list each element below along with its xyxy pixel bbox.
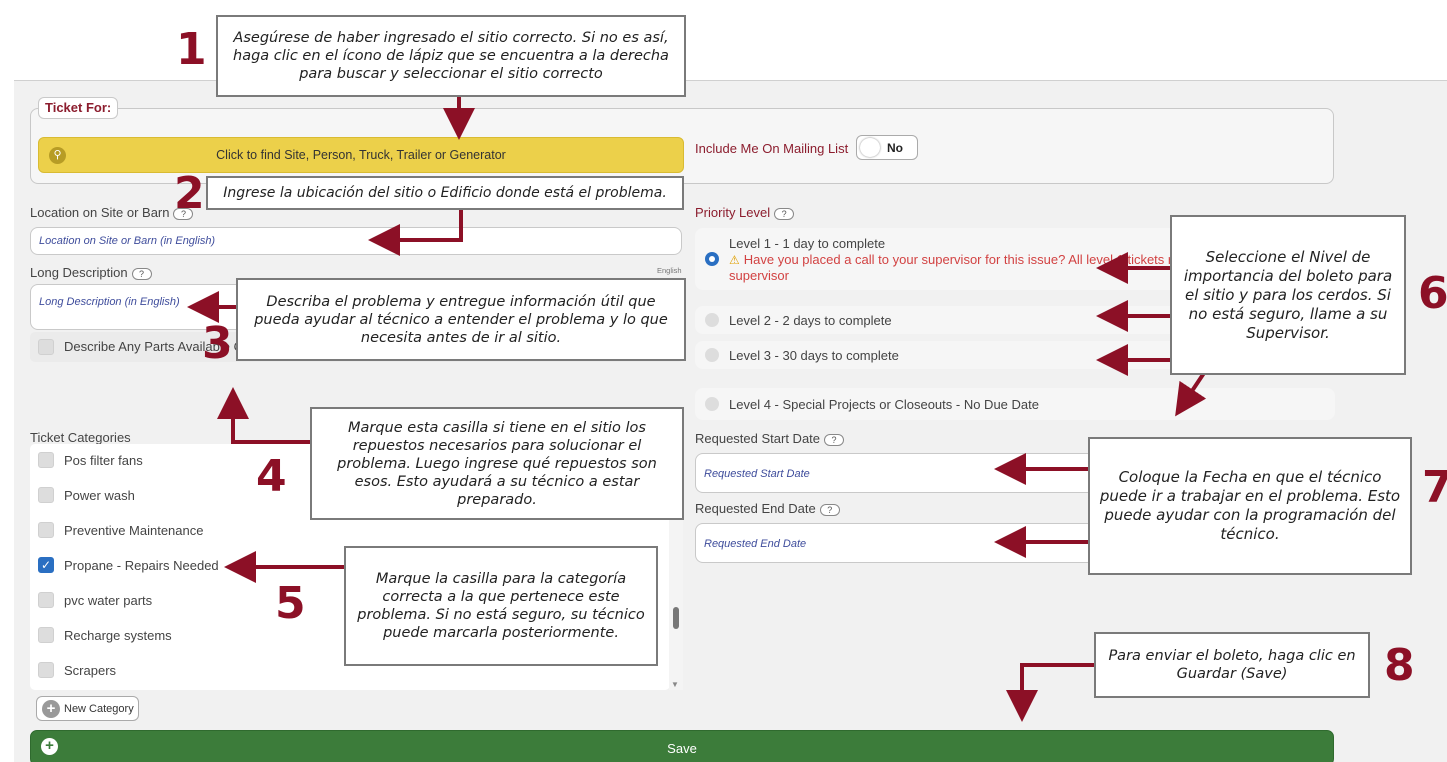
save-label: Save <box>667 741 697 756</box>
start-date-label-text: Requested Start Date <box>695 431 821 446</box>
priority-level-label: Level 2 - 2 days to complete <box>729 313 892 328</box>
mailing-list-toggle[interactable]: No <box>856 135 918 160</box>
category-checkbox[interactable] <box>38 487 54 503</box>
step-number-8: 8 <box>1384 640 1415 691</box>
ticket-for-legend: Ticket For: <box>38 97 119 119</box>
find-site-label: Click to find Site, Person, Truck, Trail… <box>216 148 506 162</box>
long-description-label: Long Description? <box>30 265 152 280</box>
long-description-label-text: Long Description <box>30 265 128 280</box>
warning-line-2: supervisor <box>729 268 789 283</box>
priority-level-label: Level 1 - 1 day to complete <box>729 236 886 251</box>
callout-4: Marque esta casilla si tiene en el sitio… <box>310 407 684 520</box>
new-category-button[interactable]: + New Category <box>36 696 139 721</box>
location-label: Location on Site or Barn? <box>30 205 194 220</box>
warning-line-1: Have you placed a call to your superviso… <box>743 252 1173 267</box>
mailing-list-label: Include Me On Mailing List <box>695 141 849 156</box>
radio-button[interactable] <box>705 397 719 411</box>
callout-1: Asegúrese de haber ingresado el sitio co… <box>216 15 686 97</box>
find-site-button[interactable]: ⚲ Click to find Site, Person, Truck, Tra… <box>38 137 684 173</box>
help-icon[interactable]: ? <box>819 503 840 516</box>
callout-5: Marque la casilla para la categoría corr… <box>344 546 658 666</box>
category-label: Recharge systems <box>64 628 172 643</box>
category-checkbox[interactable] <box>38 522 54 538</box>
category-label: pvc water parts <box>64 593 153 608</box>
location-input[interactable]: Location on Site or Barn (in English) <box>30 227 682 255</box>
callout-2: Ingrese la ubicación del sitio o Edifici… <box>206 176 684 210</box>
callout-6: Seleccione el Nivel de importancia del b… <box>1170 215 1406 375</box>
ticket-categories-label: Ticket Categories <box>30 430 131 445</box>
step-number-5: 5 <box>275 578 306 629</box>
step-number-4: 4 <box>256 451 287 502</box>
step-number-2: 2 <box>174 168 205 219</box>
help-icon[interactable]: ? <box>824 433 845 446</box>
category-checkbox[interactable] <box>38 662 54 678</box>
category-checkbox[interactable] <box>38 452 54 468</box>
step-number-7: 7 <box>1422 462 1447 513</box>
toggle-knob <box>860 138 880 157</box>
scroll-down-icon[interactable]: ▼ <box>671 680 679 689</box>
warning-icon: ⚠ <box>729 253 740 267</box>
parts-checkbox[interactable] <box>38 339 54 355</box>
language-note: English <box>657 266 682 275</box>
end-date-label: Requested End Date? <box>695 501 840 516</box>
priority-level-4[interactable]: Level 4 - Special Projects or Closeouts … <box>695 388 1335 420</box>
category-checkbox[interactable] <box>38 627 54 643</box>
start-date-label: Requested Start Date? <box>695 431 845 446</box>
category-label: Power wash <box>64 488 135 503</box>
category-label: Scrapers <box>64 663 117 678</box>
category-label: Propane - Repairs Needed <box>64 558 219 573</box>
radio-selected[interactable] <box>705 252 719 266</box>
priority-level-label: Level 4 - Special Projects or Closeouts … <box>729 397 1039 412</box>
priority-level-label: Level 3 - 30 days to complete <box>729 348 899 363</box>
priority-label: Priority Level? <box>695 205 795 220</box>
callout-7: Coloque la Fecha en que el técnico puede… <box>1088 437 1412 575</box>
save-button[interactable]: + Save <box>30 730 1334 762</box>
radio-button[interactable] <box>705 313 719 327</box>
help-icon[interactable]: ? <box>774 207 795 220</box>
list-item[interactable]: Preventive Maintenance <box>30 516 670 544</box>
radio-button[interactable] <box>705 348 719 362</box>
category-checkbox[interactable] <box>38 592 54 608</box>
end-date-input[interactable]: Requested End Date <box>695 523 1095 563</box>
start-date-input[interactable]: Requested Start Date <box>695 453 1095 493</box>
mailing-list-value: No <box>887 141 903 155</box>
step-number-3: 3 <box>202 318 233 369</box>
end-date-label-text: Requested End Date <box>695 501 816 516</box>
category-label: Pos filter fans <box>64 453 143 468</box>
callout-3: Describa el problema y entregue informac… <box>236 278 686 361</box>
step-number-1: 1 <box>176 24 207 75</box>
new-category-label: New Category <box>64 703 134 715</box>
priority-label-text: Priority Level <box>695 205 771 220</box>
step-number-6: 6 <box>1418 268 1447 319</box>
plus-icon: + <box>42 700 60 718</box>
category-checkbox-checked[interactable]: ✓ <box>38 557 54 573</box>
priority-warning: ⚠ Have you placed a call to your supervis… <box>729 252 1172 284</box>
callout-8: Para enviar el boleto, haga clic en Guar… <box>1094 632 1370 698</box>
scrollbar-thumb[interactable] <box>673 607 679 629</box>
help-icon[interactable]: ? <box>131 267 152 280</box>
location-label-text: Location on Site or Barn <box>30 205 170 220</box>
category-label: Preventive Maintenance <box>64 523 204 538</box>
